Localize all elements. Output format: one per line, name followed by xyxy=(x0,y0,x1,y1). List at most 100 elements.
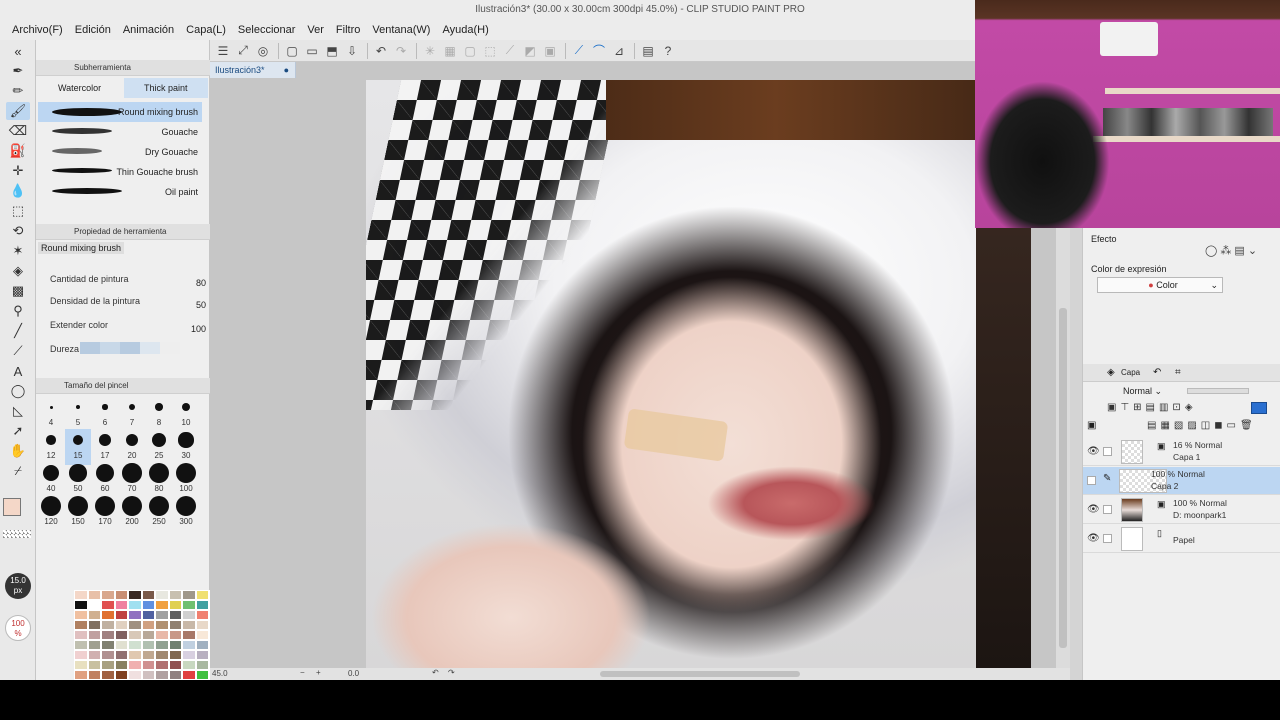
palette-swatch[interactable] xyxy=(87,630,101,640)
horizontal-scroll-thumb[interactable] xyxy=(600,671,800,677)
palette-swatch[interactable] xyxy=(74,640,88,650)
palette-swatch[interactable] xyxy=(74,630,88,640)
palette-swatch[interactable] xyxy=(101,620,115,630)
palette-swatch[interactable] xyxy=(101,640,115,650)
palette-swatch[interactable] xyxy=(101,660,115,670)
vertical-scrollbar[interactable] xyxy=(1056,228,1070,668)
menu-edicion[interactable]: Edición xyxy=(69,24,117,36)
invert-icon[interactable]: ⬚ xyxy=(481,42,499,60)
palette-swatch[interactable] xyxy=(182,660,196,670)
object-icon[interactable]: ➚ xyxy=(6,422,30,440)
palette-swatch[interactable] xyxy=(155,650,169,660)
palette-swatch[interactable] xyxy=(182,650,196,660)
brush-size-6[interactable]: 6 xyxy=(92,396,118,432)
close-icon[interactable]: ● xyxy=(284,62,289,78)
brush-size-300[interactable]: 300 xyxy=(173,495,199,531)
eye-icon[interactable]: 👁 xyxy=(1087,446,1100,457)
palette-swatch[interactable] xyxy=(182,670,196,680)
flip-icon[interactable]: ▣ xyxy=(541,42,559,60)
scale-icon[interactable]: ◩ xyxy=(521,42,539,60)
figure-icon[interactable]: ╱ xyxy=(6,322,30,340)
help-icon[interactable]: ? xyxy=(659,42,677,60)
brush-size-7[interactable]: 7 xyxy=(119,396,145,432)
visibility-checkbox[interactable] xyxy=(1087,476,1096,485)
brush-size-60[interactable]: 60 xyxy=(92,462,118,498)
layer-action-icons[interactable]: ▤▦▧▨◫◼▭🗑 xyxy=(1147,420,1257,431)
palette-swatch[interactable] xyxy=(155,600,169,610)
palette-swatch[interactable] xyxy=(87,600,101,610)
palette-swatch[interactable] xyxy=(182,590,196,600)
palette-swatch[interactable] xyxy=(168,610,182,620)
palette-swatch[interactable] xyxy=(195,590,209,600)
deselect-icon[interactable]: ▢ xyxy=(461,42,479,60)
grid-snap-icon[interactable]: ⊿ xyxy=(610,42,628,60)
prop-paint-amount-value[interactable]: 80 xyxy=(176,278,206,288)
palette-swatch[interactable] xyxy=(141,620,155,630)
palette-swatch[interactable] xyxy=(114,630,128,640)
crop-icon[interactable]: ⟋ xyxy=(501,42,519,60)
brush-size-5[interactable]: 5 xyxy=(65,396,91,432)
lock-checkbox[interactable] xyxy=(1103,534,1112,543)
palette-swatch[interactable] xyxy=(141,630,155,640)
palette-swatch[interactable] xyxy=(74,590,88,600)
palette-swatch[interactable] xyxy=(141,610,155,620)
palette-swatch[interactable] xyxy=(141,650,155,660)
palette-swatch[interactable] xyxy=(141,640,155,650)
eraser-icon[interactable]: ⌫ xyxy=(6,122,30,140)
palette-swatch[interactable] xyxy=(182,610,196,620)
menu-ventana[interactable]: Ventana(W) xyxy=(366,24,436,36)
material-icon[interactable]: ▤ xyxy=(639,42,657,60)
brush-size-170[interactable]: 170 xyxy=(92,495,118,531)
palette-swatch[interactable] xyxy=(155,620,169,630)
airbrush-icon[interactable]: ⛽ xyxy=(6,142,30,160)
palette-swatch[interactable] xyxy=(168,660,182,670)
text-icon[interactable]: A xyxy=(6,362,30,380)
palette-swatch[interactable] xyxy=(74,660,88,670)
palette-swatch[interactable] xyxy=(128,650,142,660)
palette-swatch[interactable] xyxy=(168,590,182,600)
move-icon[interactable]: ✛ xyxy=(6,162,30,180)
lasso-icon[interactable]: ⟲ xyxy=(6,222,30,240)
menu-animacion[interactable]: Animación xyxy=(117,24,180,36)
palette-swatch[interactable] xyxy=(114,610,128,620)
layer-tool-icons[interactable]: ▣⊤⊞▤▥⊡◈ xyxy=(1107,402,1197,413)
pen-icon[interactable]: ✒ xyxy=(6,62,30,80)
eye-icon[interactable]: 👁 xyxy=(1087,504,1100,515)
brush-size-70[interactable]: 70 xyxy=(119,462,145,498)
pencil-icon[interactable]: ✏ xyxy=(6,82,30,100)
palette-swatch[interactable] xyxy=(182,640,196,650)
frame-icon[interactable]: ◺ xyxy=(6,402,30,420)
new-file-icon[interactable]: ▢ xyxy=(283,42,301,60)
palette-swatch[interactable] xyxy=(87,620,101,630)
palette-swatch[interactable] xyxy=(87,660,101,670)
eye-icon[interactable]: 👁 xyxy=(1087,533,1100,544)
rotate-left-icon[interactable]: ↶ xyxy=(432,668,439,677)
palette-swatch[interactable] xyxy=(128,640,142,650)
layer-row-moonpark1[interactable]: 👁 ▣ 100 % Normal D: moonpark1 xyxy=(1083,496,1280,524)
palette-swatch[interactable] xyxy=(87,610,101,620)
hardness-slider[interactable] xyxy=(80,342,180,354)
menu-icon[interactable]: ☰ xyxy=(214,42,232,60)
scroll-thumb[interactable] xyxy=(1059,308,1067,648)
palette-swatch[interactable] xyxy=(155,670,169,680)
layer-row-capa1[interactable]: 👁 ▣ 16 % Normal Capa 1 xyxy=(1083,438,1280,466)
tab-thick-paint[interactable]: Thick paint xyxy=(124,78,208,98)
palette-swatch[interactable] xyxy=(182,600,196,610)
main-color-swatch[interactable] xyxy=(3,498,21,516)
brush-size-100[interactable]: 100 xyxy=(173,462,199,498)
brush-size-12[interactable]: 12 xyxy=(38,429,64,465)
brush-size-50[interactable]: 50 xyxy=(65,462,91,498)
brush-icon[interactable]: 🖌 xyxy=(6,102,30,120)
menu-ver[interactable]: Ver xyxy=(301,24,330,36)
fill-icon[interactable]: ▦ xyxy=(441,42,459,60)
palette-swatch[interactable] xyxy=(101,650,115,660)
palette-swatch[interactable] xyxy=(101,670,115,680)
menu-seleccionar[interactable]: Seleccionar xyxy=(232,24,301,36)
brush-size-80[interactable]: 80 xyxy=(146,462,172,498)
zoom-out-icon[interactable]: − xyxy=(300,668,305,677)
brush-size-200[interactable]: 200 xyxy=(119,495,145,531)
layer-property-icon[interactable]: ▣ xyxy=(1087,420,1096,431)
brush-oil-paint[interactable]: Oil paint xyxy=(38,182,202,202)
rotate-right-icon[interactable]: ↷ xyxy=(448,668,455,677)
brush-size-4[interactable]: 4 xyxy=(38,396,64,432)
